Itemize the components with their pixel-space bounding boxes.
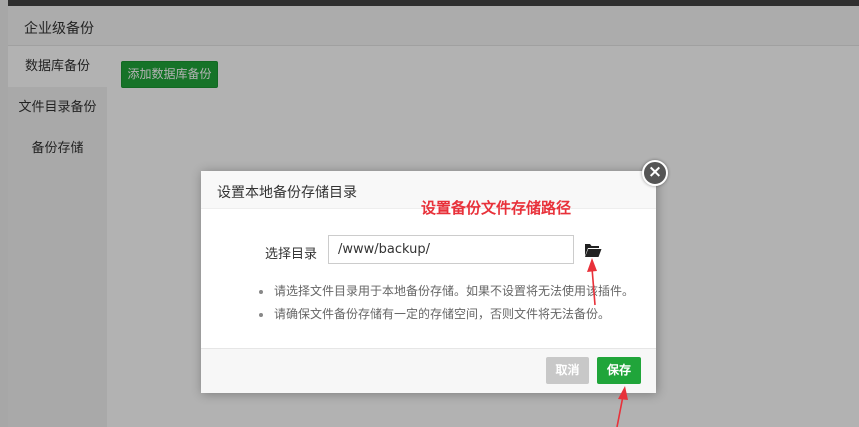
tip-item: 请选择文件目录用于本地备份存储。如果不设置将无法使用该插件。	[257, 283, 634, 306]
tip-text: 请选择文件目录用于本地备份存储。如果不设置将无法使用该插件。	[274, 284, 635, 298]
annotation-label: 设置备份文件存储路径	[421, 199, 572, 217]
tip-item: 请确保文件备份存储有一定的存储空间，否则文件将无法备份。	[257, 306, 634, 329]
close-icon[interactable]: ×	[642, 160, 668, 186]
cancel-button[interactable]: 取消	[546, 357, 589, 384]
bullet-dot	[259, 290, 263, 294]
folder-open-icon[interactable]	[584, 242, 602, 258]
tip-text: 请确保文件备份存储有一定的存储空间，否则文件将无法备份。	[274, 307, 611, 321]
dialog-title: 设置本地备份存储目录	[217, 185, 357, 201]
tips-list: 请选择文件目录用于本地备份存储。如果不设置将无法使用该插件。 请确保文件备份存储…	[257, 283, 634, 329]
directory-path-input[interactable]	[328, 235, 574, 264]
bullet-dot	[259, 313, 263, 317]
save-button[interactable]: 保存	[597, 357, 641, 384]
directory-field-label: 选择目录	[265, 247, 318, 262]
